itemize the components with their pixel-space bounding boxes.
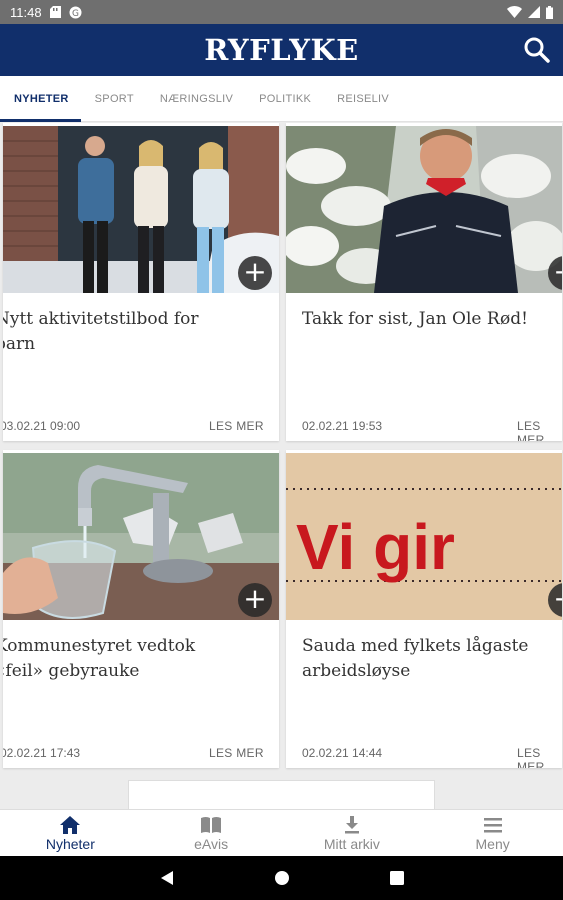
download-icon: [344, 815, 359, 833]
nav-label: Mitt arkiv: [323, 835, 380, 852]
read-more-link[interactable]: LES MER: [517, 746, 562, 768]
article-date: 02.02.21 17:43: [3, 746, 81, 760]
svg-text:G: G: [72, 9, 79, 19]
back-icon[interactable]: [160, 870, 174, 886]
nav-nyheter[interactable]: Nyheter: [0, 810, 141, 856]
article-date: 03.02.21 09:00: [3, 419, 81, 433]
add-icon[interactable]: +: [238, 256, 272, 290]
status-time: 11:48: [10, 4, 42, 20]
article-image: +: [3, 453, 279, 620]
article-title: Kommunestyret vedtok «feil» gebyrauke: [3, 636, 196, 681]
tab-reiseliv[interactable]: REISELIV: [337, 76, 389, 122]
nav-meny[interactable]: Meny: [422, 810, 563, 856]
book-icon: [201, 816, 222, 833]
home-icon: [60, 815, 81, 834]
search-icon[interactable]: [523, 36, 551, 64]
article-card[interactable]: Vi gir + Sauda med fylkets lågaste arbei…: [286, 450, 562, 768]
app-logo: RYFLYKE: [204, 33, 359, 67]
tab-nyheter[interactable]: NYHETER: [0, 76, 81, 122]
bottom-navigation: Nyheter eAvis Mitt arkiv Meny: [0, 809, 563, 856]
article-image: Vi gir +: [286, 453, 562, 620]
ad-placeholder: [128, 780, 435, 809]
article-image: +: [3, 126, 279, 293]
recents-icon[interactable]: [389, 871, 404, 885]
read-more-link[interactable]: LES MER: [209, 746, 264, 760]
tab-sport[interactable]: SPORT: [95, 76, 134, 122]
nav-eavis[interactable]: eAvis: [141, 810, 282, 856]
menu-icon: [483, 817, 502, 832]
tab-naeringsliv[interactable]: NÆRINGSLIV: [160, 76, 233, 122]
article-date: 02.02.21 19:53: [302, 419, 383, 433]
status-bar: 11:48 G: [0, 0, 563, 24]
tab-politikk[interactable]: POLITIKK: [259, 76, 311, 122]
nav-label: Nyheter: [45, 835, 95, 852]
article-image: +: [286, 126, 562, 293]
nav-mitt-arkiv[interactable]: Mitt arkiv: [282, 810, 423, 856]
sd-card-icon: [49, 6, 61, 18]
battery-icon: [546, 5, 553, 19]
signal-icon: [528, 6, 540, 18]
article-card[interactable]: + Nytt aktivitetstilbod for barn 03.02.2…: [3, 123, 279, 441]
article-grid: + Nytt aktivitetstilbod for barn 03.02.2…: [0, 123, 563, 809]
nav-label: Meny: [475, 835, 510, 852]
system-navigation-bar: [0, 856, 563, 900]
nav-label: eAvis: [194, 835, 229, 852]
home-circle-icon[interactable]: [274, 870, 290, 886]
sign-text: Vi gir: [296, 511, 455, 583]
add-icon[interactable]: +: [238, 583, 272, 617]
sync-icon: G: [69, 6, 82, 19]
article-card[interactable]: + Kommunestyret vedtok «feil» gebyrauke …: [3, 450, 279, 768]
article-date: 02.02.21 14:44: [302, 746, 383, 760]
article-card[interactable]: + Takk for sist, Jan Ole Rød! 02.02.21 1…: [286, 123, 562, 441]
article-title: Sauda med fylkets lågaste arbeidsløyse: [302, 636, 529, 681]
app-bar: RYFLYKE: [0, 24, 563, 76]
article-title: Takk for sist, Jan Ole Rød!: [302, 309, 528, 329]
read-more-link[interactable]: LES MER: [517, 419, 562, 441]
category-tabs: NYHETER SPORT NÆRINGSLIV POLITIKK REISEL…: [0, 76, 563, 122]
article-title: Nytt aktivitetstilbod for barn: [3, 309, 199, 354]
wifi-icon: [507, 6, 522, 18]
read-more-link[interactable]: LES MER: [209, 419, 264, 433]
